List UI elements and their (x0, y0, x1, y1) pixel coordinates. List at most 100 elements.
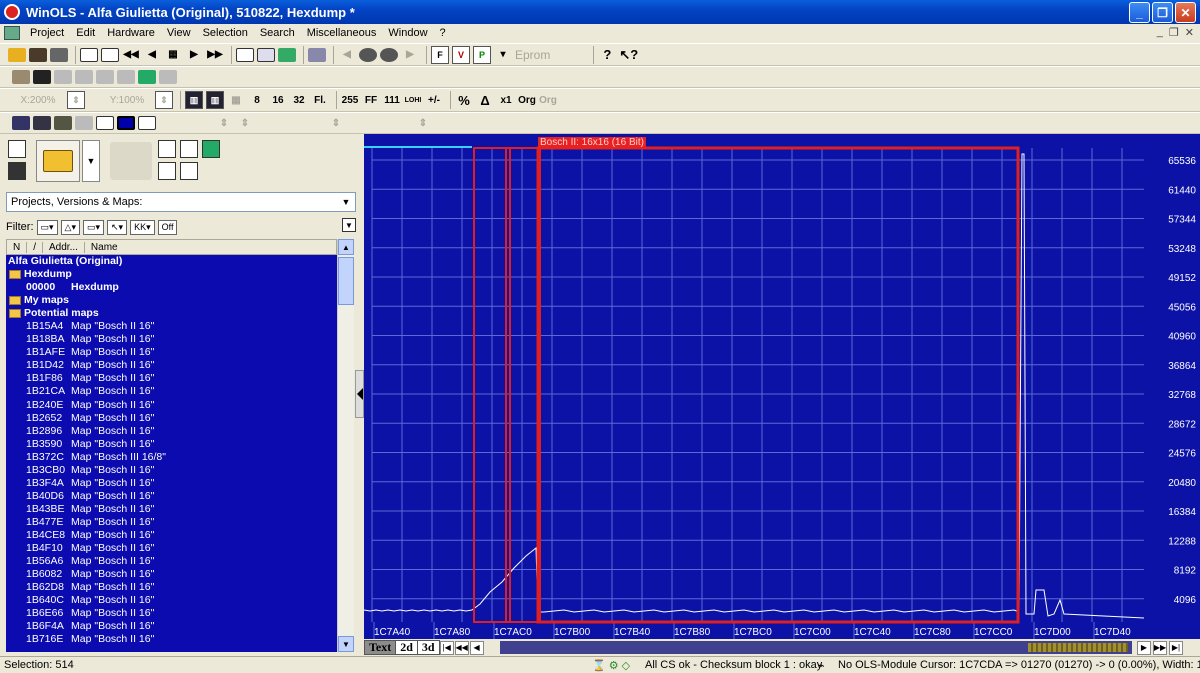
filter-cursor-button[interactable]: ↖▾ (107, 219, 128, 235)
list-item[interactable]: 1B1D42 Map "Bosch II 16" (6, 359, 337, 372)
pen-green-icon[interactable] (138, 70, 156, 84)
list-item[interactable]: 1B2652 Map "Bosch II 16" (6, 412, 337, 425)
import-button[interactable] (158, 140, 176, 158)
original-button[interactable]: Org (518, 91, 536, 109)
grid-icon[interactable]: ▦ (164, 46, 182, 64)
list-item[interactable]: 1B2896 Map "Bosch II 16" (6, 425, 337, 438)
mdi-minimize-button[interactable]: _ (1157, 26, 1163, 39)
pen-icon[interactable] (33, 70, 51, 84)
filter-kk-button[interactable]: KK▾ (130, 219, 155, 235)
document-icon[interactable] (4, 26, 20, 40)
color-icon[interactable] (117, 116, 135, 130)
scroll-left-icon[interactable]: ◀ (469, 640, 484, 655)
eraser-icon[interactable] (12, 70, 30, 84)
percent-button[interactable]: % (455, 91, 473, 109)
list-item[interactable]: 1B1F86 Map "Bosch II 16" (6, 372, 337, 385)
list-item[interactable]: 1B21CA Map "Bosch II 16" (6, 385, 337, 398)
list-item[interactable]: 1B3590 Map "Bosch II 16" (6, 438, 337, 451)
list-item[interactable]: 1B716E Map "Bosch II 16" (6, 633, 337, 646)
view-grid-button[interactable]: ▦ (227, 91, 245, 109)
tab-text[interactable]: Text (364, 640, 397, 655)
copy-icon[interactable] (75, 116, 93, 130)
close-button[interactable]: ✕ (1175, 2, 1196, 23)
export-button[interactable] (158, 162, 176, 180)
scroll-down-icon[interactable]: ▼ (338, 636, 354, 652)
menu-view[interactable]: View (161, 27, 197, 39)
y-zoom-value[interactable]: Y:100% (102, 91, 152, 109)
maximize-button[interactable]: ❐ (1152, 2, 1173, 23)
scroll-position[interactable] (1028, 643, 1128, 652)
list-item[interactable]: 00000 Hexdump (6, 281, 337, 294)
folder-potential-maps[interactable]: Potential maps (6, 307, 337, 320)
first-icon[interactable]: ◀◀ (122, 46, 140, 64)
columns-icon[interactable] (96, 116, 114, 130)
filter-type-button[interactable]: ▭▾ (36, 219, 58, 235)
eprom-dropdown-icon[interactable]: ▾ (494, 46, 512, 64)
map-graph[interactable]: 65536 61440 57344 53248 49152 45056 40960 36864… (364, 134, 1200, 639)
wand-2-icon[interactable] (54, 116, 72, 130)
new-project-button[interactable] (8, 140, 26, 158)
list-item[interactable]: 1B4F10 Map "Bosch II 16" (6, 542, 337, 555)
mdi-restore-button[interactable]: ❐ (1169, 26, 1179, 39)
tree-scrollbar[interactable]: ▲ ▼ (337, 239, 354, 652)
list-item[interactable]: 1B3CB0 Map "Bosch II 16" (6, 464, 337, 477)
list-item[interactable]: 1B3F4A Map "Bosch II 16" (6, 477, 337, 490)
minimize-button[interactable]: _ (1129, 2, 1150, 23)
next-page-icon[interactable]: ▶▶ (1153, 640, 1167, 655)
scroll-right-icon[interactable]: ▶ (1137, 640, 1151, 655)
v-button[interactable]: V (452, 45, 470, 64)
menu-miscellaneous[interactable]: Miscellaneous (301, 27, 383, 39)
upload-button[interactable] (202, 140, 220, 158)
list-item[interactable]: 1B1AFE Map "Bosch II 16" (6, 346, 337, 359)
float-button[interactable]: Fl. (311, 91, 329, 109)
original-2-button[interactable]: Org (539, 91, 557, 109)
list-item[interactable]: 1B6F4A Map "Bosch II 16" (6, 620, 337, 633)
folder-hexdump[interactable]: Hexdump (6, 268, 337, 281)
prev-page-icon[interactable]: ◀◀ (454, 640, 469, 655)
filter-shape-button[interactable]: △▾ (60, 219, 80, 235)
list-item[interactable]: 1B372C Map "Bosch III 16/8" (6, 451, 337, 464)
menu-edit[interactable]: Edit (70, 27, 101, 39)
menu-hardware[interactable]: Hardware (101, 27, 161, 39)
filter-off-button[interactable]: Off (157, 219, 178, 235)
bits-32-button[interactable]: 32 (290, 91, 308, 109)
next-icon[interactable]: ▶ (185, 46, 203, 64)
wand-icon[interactable] (33, 116, 51, 130)
column-n[interactable]: N (7, 241, 28, 253)
save-button[interactable] (8, 162, 26, 180)
print-icon[interactable] (50, 47, 68, 62)
scroll-up-icon[interactable]: ▲ (338, 239, 354, 255)
edit-button[interactable] (180, 140, 198, 158)
list-item[interactable]: 1B6E66 Map "Bosch II 16" (6, 607, 337, 620)
width-icon[interactable] (138, 116, 156, 130)
list-item[interactable]: 1B15A4 Map "Bosch II 16" (6, 320, 337, 333)
database-icon[interactable] (278, 47, 296, 62)
horizontal-scrollbar[interactable] (500, 641, 1132, 654)
menu-selection[interactable]: Selection (197, 27, 254, 39)
decimal-button[interactable]: 255 (341, 91, 359, 109)
factor-button[interactable]: x1 (497, 91, 515, 109)
help-icon[interactable]: ? (598, 46, 616, 64)
tools-icon[interactable] (308, 47, 326, 62)
eprom-label[interactable]: Eprom (515, 46, 550, 64)
hardware-icon[interactable] (29, 47, 47, 62)
previous-icon[interactable]: ◀ (143, 46, 161, 64)
open-project-button[interactable] (36, 140, 80, 182)
prev-map-icon[interactable]: ◀ (338, 46, 356, 64)
sign-button[interactable]: +/- (425, 91, 443, 109)
spinner-b-icon[interactable]: ⇕ (236, 114, 254, 132)
mdi-close-button[interactable]: ✕ (1185, 26, 1194, 39)
pen-6-icon[interactable] (159, 70, 177, 84)
first-page-icon[interactable]: |◀ (439, 640, 454, 655)
last-page-icon[interactable]: ▶| (1169, 640, 1183, 655)
list-item[interactable]: 1B43BE Map "Bosch II 16" (6, 503, 337, 516)
compare-icon[interactable] (101, 47, 119, 62)
list-item[interactable]: 1B56A6 Map "Bosch II 16" (6, 555, 337, 568)
column-sort[interactable]: / (27, 241, 44, 253)
hex-button[interactable]: FF (362, 91, 380, 109)
next-map-icon[interactable]: ▶ (401, 46, 419, 64)
byte-order-button[interactable]: LOHI (404, 91, 422, 109)
last-icon[interactable]: ▶▶ (206, 46, 224, 64)
app-icon[interactable] (4, 4, 20, 20)
spinner-a-icon[interactable]: ⇕ (215, 114, 233, 132)
